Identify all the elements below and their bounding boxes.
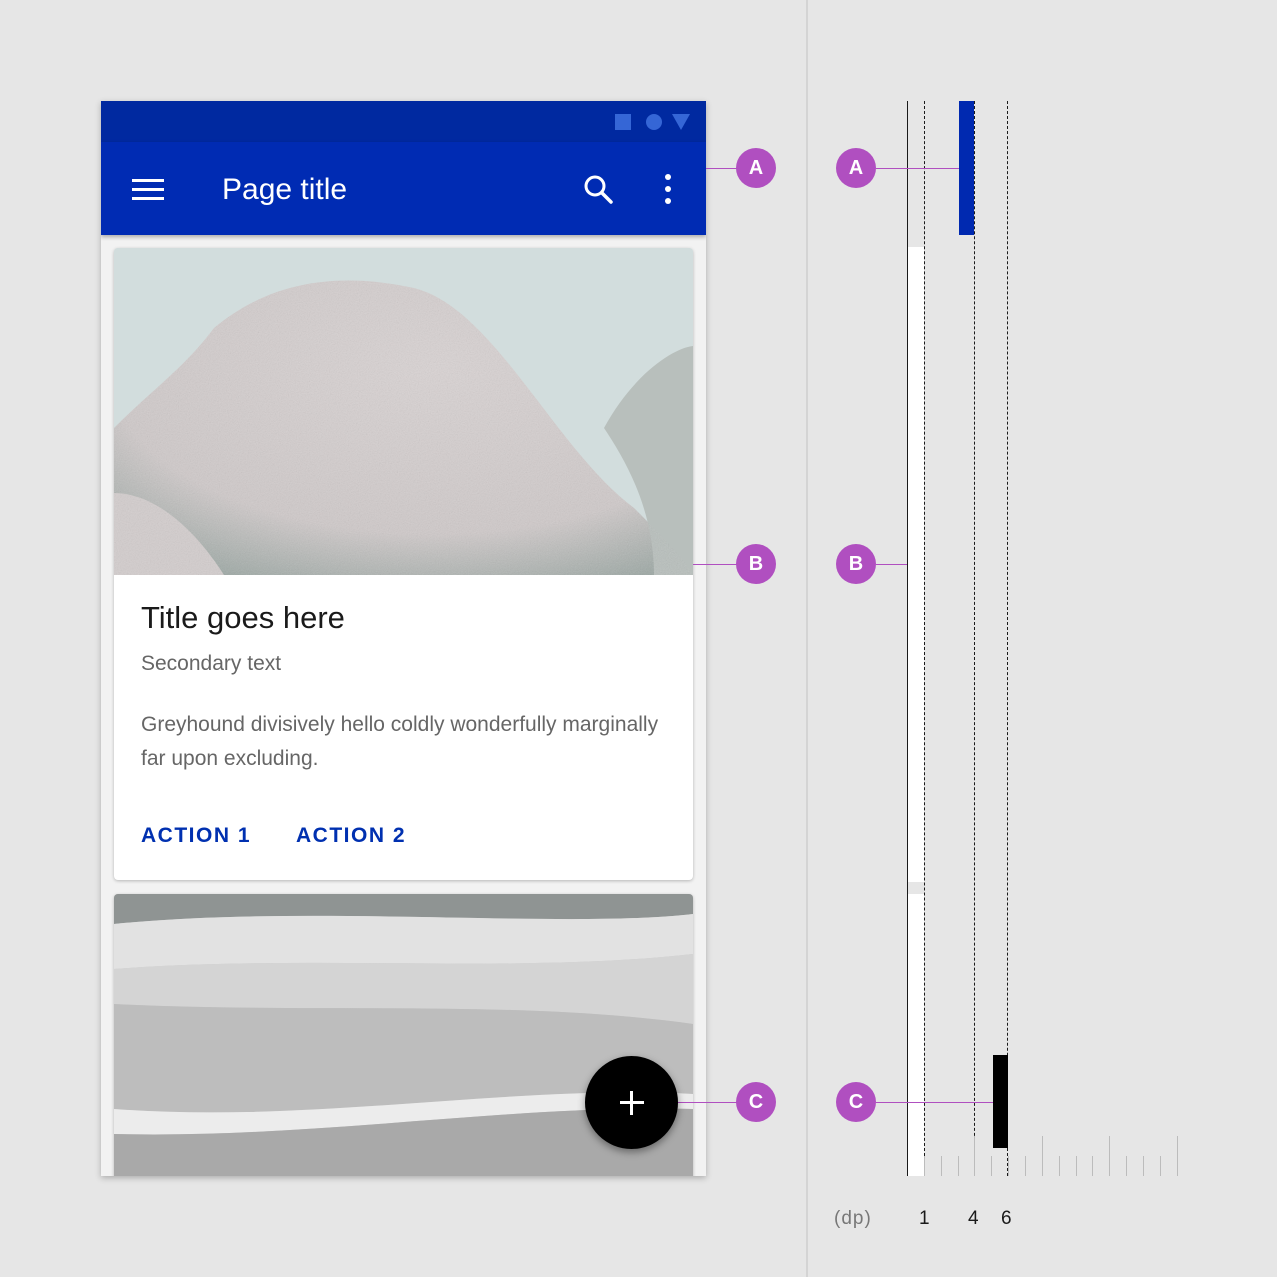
ruler-tick [923,1156,925,1176]
section-divider [806,0,808,1277]
diagram-callout-b: B [836,544,876,584]
tick-label-4: 4 [968,1208,979,1229]
fab-elevation-bar [993,1055,1008,1148]
guide-6dp [1007,101,1008,1176]
search-icon[interactable] [581,172,615,206]
tick-label-1: 1 [919,1208,930,1229]
diagram-callout-c: C [836,1082,876,1122]
card: Title goes here Secondary text Greyhound… [114,248,693,880]
ruler-tick [1024,1156,1026,1176]
circle-icon [646,114,662,130]
ruler-tick [957,1156,959,1176]
ruler-tick [940,1156,942,1176]
ruler-tick [1075,1156,1077,1176]
ruler-tick [1159,1156,1161,1176]
ruler-tick [1092,1156,1094,1176]
card-secondary-text: Secondary text [141,652,282,675]
ruler-tick [1142,1156,1144,1176]
guide-4dp [974,101,975,1176]
ruler-tick [1008,1156,1010,1176]
diagram-callout-a: A [836,148,876,188]
baseline-axis [907,101,908,1176]
triangle-icon [672,114,690,130]
card-elevation-bar [908,894,924,1176]
card-image-boulders [114,248,693,575]
action-1-button[interactable]: ACTION 1 [141,824,251,848]
ruler-tick [1176,1136,1178,1176]
status-bar [101,101,706,142]
ruler-tick [1041,1136,1043,1176]
square-icon [615,114,631,130]
diagram-leader-b [876,564,907,565]
unit-label: (dp) [834,1208,872,1229]
menu-icon[interactable] [132,179,164,201]
callout-a: A [736,148,776,188]
top-app-bar: Page title [101,142,706,235]
diagram-leader-c [876,1102,993,1103]
card-elevation-bar [908,247,924,882]
action-2-button[interactable]: ACTION 2 [296,824,406,848]
callout-leader-c [678,1102,738,1103]
callout-leader-a [706,168,738,169]
card-body-text: Greyhound divisively hello coldly wonder… [141,713,659,770]
more-vert-icon[interactable] [663,174,673,206]
ruler-tick [974,1136,976,1176]
fab-add-button[interactable] [585,1056,678,1149]
ruler-tick [991,1156,993,1176]
tick-label-6: 6 [1001,1208,1012,1229]
callout-leader-b [693,564,738,565]
callout-b: B [736,544,776,584]
ruler-tick [1109,1136,1111,1176]
card-title: Title goes here [141,600,345,635]
ruler-tick [1126,1156,1128,1176]
diagram-leader-a [876,168,959,169]
ruler-tick [1058,1156,1060,1176]
callout-c: C [736,1082,776,1122]
guide-1dp [924,101,925,1176]
app-bar-elevation-bar [959,101,974,235]
phone-mockup: Page title Title goes here Secondary tex… [101,101,706,1176]
page-title: Page title [222,173,348,206]
